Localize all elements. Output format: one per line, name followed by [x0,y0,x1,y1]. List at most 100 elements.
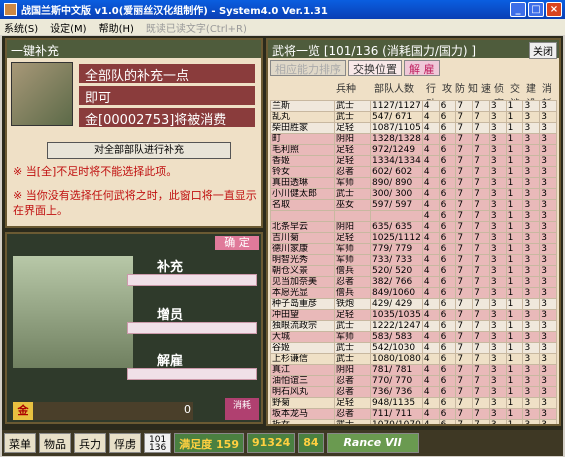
general-name: 种子岛重彦 [270,298,335,310]
general-name: 朝仓义景 [270,265,335,277]
table-row[interactable]: 小川健太郎 武士 300/ 300 4 6 7 7 3 1 3 3 [270,188,557,200]
stat-cell: 7 [455,331,474,343]
stat-cell: 7 [455,397,474,409]
table-row[interactable]: 上杉谦信 武士 1080/1080 4 6 7 7 3 1 3 3 [270,353,557,365]
table-row[interactable]: 谷姬 武士 542/1030 4 6 7 7 3 1 3 3 [270,342,557,354]
stat-cell: 1 [505,133,524,145]
stat-cell: 7 [472,111,490,123]
menu-skip-read: 既读已读文字(Ctrl+R) [145,23,247,35]
unit-type: 足轻 [334,232,371,244]
table-row[interactable]: 46773133 [270,210,557,222]
table-row[interactable]: 明石风丸 忍者 736/ 736 4 6 7 7 3 1 3 3 [270,386,557,398]
stat-cell: 3 [488,210,507,222]
resupply-panel: 一键补充 全部队的补充一点 即可 金[00002753]将被消费 对全部部队进行… [5,38,263,228]
table-row[interactable]: 真田透琳 军师 890/ 890 4 6 7 7 3 1 3 3 [270,177,557,189]
table-row[interactable]: 兰斯 武士 1127/1127 4 6 7 7 3 1 3 3 [270,100,557,112]
menu-settings[interactable]: 设定(M) [50,20,86,35]
stat-cell: 3 [539,221,557,233]
table-row[interactable]: 真江 阴阳 781/ 781 4 6 7 7 3 1 3 3 [270,364,557,376]
table-row[interactable]: 北条早云 阴阳 635/ 635 4 6 7 7 3 1 3 3 [270,221,557,233]
reinforce-slider[interactable] [127,322,257,334]
stat-cell: 6 [438,166,457,178]
army-button[interactable]: 兵力 [74,433,106,453]
stat-cell: 7 [472,210,490,222]
maximize-button[interactable]: □ [528,2,544,17]
list-title-text: 武将一览 [101/136 (消耗国力/国力) ] [272,44,477,58]
table-row[interactable]: 吉川菊 足轻 1025/1112 4 6 7 7 3 1 3 3 [270,232,557,244]
stat-cell: 6 [438,188,457,200]
table-row[interactable]: 野菊 足轻 948/1135 4 6 7 7 3 1 3 3 [270,397,557,409]
stat-cell: 4 [421,331,440,343]
col-spd: 速 [481,84,491,95]
table-row[interactable]: 毛利照 足轻 972/1249 4 6 7 7 3 1 3 3 [270,144,557,156]
stat-cell: 1 [505,199,524,211]
stat-cell: 3 [488,155,507,167]
resupply-all-button[interactable]: 对全部部队进行补充 [47,142,231,159]
table-row[interactable]: 折女 武士 1070/1070 4 6 7 7 3 1 3 3 [270,419,557,424]
table-row[interactable]: 柴田胜家 足轻 1087/1105 4 6 7 7 3 1 3 3 [270,122,557,134]
table-row[interactable]: 坂本龙马 忍者 711/ 711 4 6 7 7 3 1 3 3 [270,408,557,420]
stat-cell: 3 [522,177,541,189]
stat-cell: 6 [438,287,457,299]
general-name: 折女 [270,419,335,424]
menu-help[interactable]: 帮助(H) [99,20,134,35]
stat-cell: 7 [472,397,490,409]
resupply-slider[interactable] [127,274,257,286]
stat-cell: 6 [438,331,457,343]
table-row[interactable]: 町阴阳 1328/1328 4 6 7 7 3 1 3 3 [270,133,557,145]
stat-cell: 7 [472,408,490,420]
table-row[interactable]: 名取 巫女 597/ 597 4 6 7 7 3 1 3 3 [270,199,557,211]
dismiss-tab[interactable]: 解 雇 [404,60,440,76]
stat-cell: 7 [472,166,490,178]
minimize-button[interactable]: _ [510,2,526,17]
stat-cell: 7 [455,111,474,123]
stat-cell: 3 [539,254,557,266]
unit-type: 武士 [334,419,371,424]
general-name: 坂本龙马 [270,408,335,420]
stat-cell: 7 [472,375,490,387]
note-2: ※ 当你没有选择任何武将之时，此窗口将一直显示在界面上。 [13,189,257,217]
table-row[interactable]: 朝仓义景 僧兵 520/ 520 4 6 7 7 3 1 3 3 [270,265,557,277]
items-button[interactable]: 物品 [39,433,71,453]
col-action: 行动 [426,84,436,110]
general-name: 油怕谊三 [270,375,335,387]
stat-cell: 6 [438,243,457,255]
confirm-button[interactable]: 确 定 [215,236,259,250]
table-row[interactable]: 大城 军师 583/ 583 4 6 7 7 3 1 3 3 [270,331,557,343]
unit-count: 1070/1070 [370,419,423,424]
menu-bar: 系统(S) 设定(M) 帮助(H) 既读已读文字(Ctrl+R) [0,19,565,35]
table-row[interactable]: 油怕谊三 忍者 770/ 770 4 6 7 7 3 1 3 3 [270,375,557,387]
menu-system[interactable]: 系统(S) [4,20,38,35]
count-total: 136 [149,443,167,453]
general-name: 北条早云 [270,221,335,233]
unit-type: 武士 [334,342,371,354]
swap-tab[interactable]: 交换位置 [348,60,402,76]
table-row[interactable]: 德川家康 军师 779/ 779 4 6 7 7 3 1 3 3 [270,243,557,255]
table-row[interactable]: 冲田望 足轻 1035/1035 4 6 7 7 3 1 3 3 [270,309,557,321]
table-row[interactable]: 铃女 忍者 602/ 602 4 6 7 7 3 1 3 3 [270,166,557,178]
table-row[interactable]: 种子岛重彦 铁炮 429/ 429 4 6 7 7 3 1 3 3 [270,298,557,310]
table-row[interactable]: 本愿光显 僧兵 849/1060 4 6 7 7 3 1 3 3 [270,287,557,299]
stat-cell: 6 [438,111,457,123]
close-button[interactable]: × [546,2,562,17]
list-close-button[interactable]: 关闭 [529,42,557,59]
dismiss-slider[interactable] [127,368,257,380]
stat-cell: 3 [539,188,557,200]
stat-cell: 4 [421,309,440,321]
table-row[interactable]: 独眼流政宗 武士 1222/1247 4 6 7 7 3 1 3 3 [270,320,557,332]
general-name: 上杉谦信 [270,353,335,365]
table-row[interactable]: 见当加奈美 忍者 382/ 766 4 6 7 7 3 1 3 3 [270,276,557,288]
stat-cell: 1 [505,419,524,424]
stat-cell: 7 [455,375,474,387]
stat-cell: 7 [455,298,474,310]
table-row[interactable]: 乱丸 武士 547/ 671 4 6 7 7 3 1 3 3 [270,111,557,123]
table-row[interactable]: 明智光秀 军师 733/ 733 4 6 7 7 3 1 3 3 [270,254,557,266]
stat-cell: 1 [505,331,524,343]
cost-label: 消耗 [225,398,259,420]
captive-button[interactable]: 俘虏 [109,433,141,453]
stat-cell: 7 [472,419,490,424]
unit-count: 1080/1080 [370,353,423,365]
table-row[interactable]: 香姬 足轻 1334/1334 4 6 7 7 3 1 3 3 [270,155,557,167]
stat-cell: 7 [472,122,490,134]
menu-button[interactable]: 菜单 [4,433,36,453]
